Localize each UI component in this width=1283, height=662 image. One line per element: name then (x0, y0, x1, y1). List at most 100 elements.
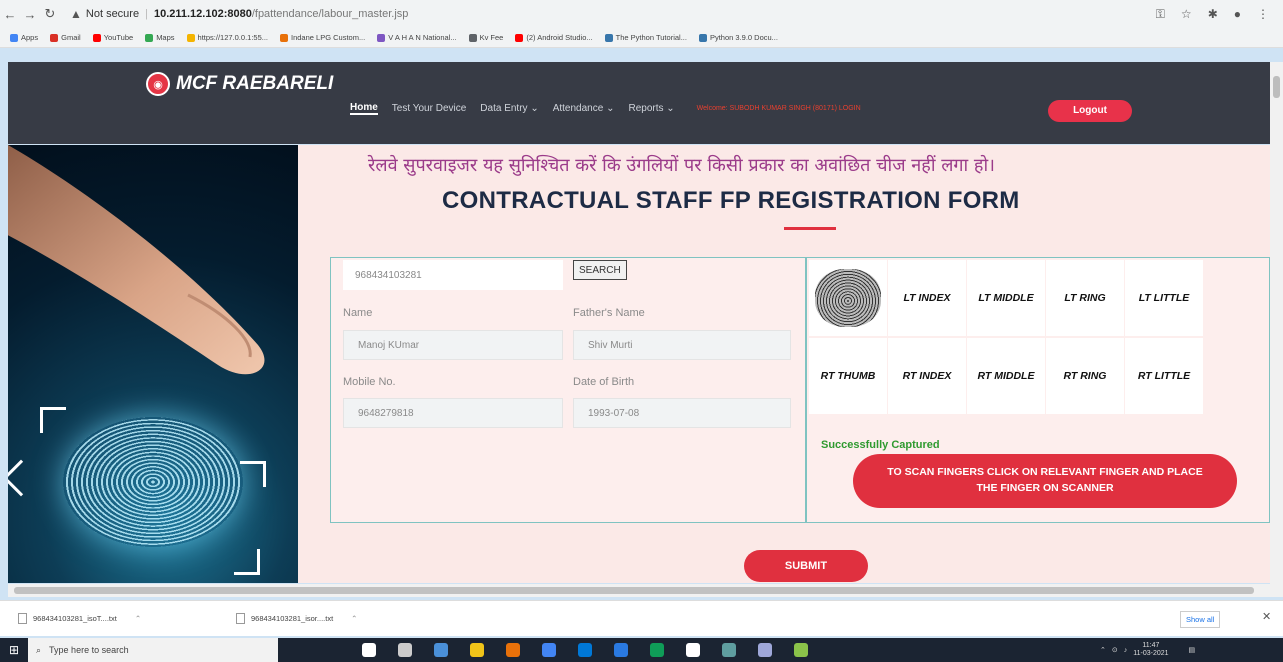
dob-field[interactable]: 1993-07-08 (573, 398, 791, 428)
more-icon[interactable]: ⋮ (1257, 7, 1269, 22)
mobile-label: Mobile No. (343, 376, 396, 388)
taskbar-app-icon[interactable] (758, 643, 772, 657)
key-icon[interactable]: ⚿ (1156, 7, 1165, 22)
horizontal-scrollbar[interactable] (8, 584, 1283, 597)
reload-icon[interactable]: ↻ (40, 6, 60, 22)
bookmark-item[interactable]: https://127.0.0.1:55... (186, 33, 268, 42)
taskbar-search[interactable]: ⌕ Type here to search (28, 638, 278, 662)
father-name-field[interactable]: Shiv Murti (573, 330, 791, 360)
profile-icon[interactable]: ● (1234, 7, 1241, 22)
download-item[interactable]: 968434103281_isoT....txt ⌃ (18, 613, 218, 624)
chevron-up-icon[interactable]: ⌃ (135, 614, 141, 623)
finger-cell[interactable]: RT MIDDLE (967, 338, 1045, 414)
vertical-scrollbar[interactable] (1270, 62, 1283, 584)
extensions-icon[interactable]: ✱ (1208, 7, 1218, 22)
search-button[interactable]: SEARCH (573, 260, 627, 280)
finger-cell[interactable]: LT LITTLE (1125, 260, 1203, 336)
show-all-button[interactable]: Show all (1180, 611, 1221, 628)
finger-cell[interactable]: RT INDEX (888, 338, 966, 414)
taskbar-app-icon[interactable] (434, 643, 448, 657)
taskbar-app-icon[interactable] (506, 643, 520, 657)
logout-button[interactable]: Logout (1048, 100, 1132, 122)
finger-image (8, 145, 265, 375)
lt-thumb-captured-print[interactable] (809, 260, 887, 336)
bookmark-label: Gmail (61, 33, 81, 42)
taskbar-search-placeholder: Type here to search (49, 645, 129, 655)
file-icon (236, 613, 245, 624)
forward-icon[interactable]: → (20, 7, 40, 22)
bookmark-item[interactable]: Indane LPG Custom... (280, 33, 365, 42)
finger-cell[interactable]: LT INDEX (888, 260, 966, 336)
bookmark-star-icon[interactable]: ☆ (1181, 7, 1192, 22)
nav-item[interactable]: Reports ⌄ (628, 103, 674, 114)
site-logo[interactable]: ◉ MCF RAEBARELI (146, 72, 333, 96)
bookmark-item[interactable]: Gmail (50, 33, 81, 42)
taskbar-app-icon[interactable] (542, 643, 556, 657)
logo-text: MCF RAEBARELI (176, 73, 334, 94)
horizontal-scroll-thumb[interactable] (14, 587, 1254, 594)
taskbar-clock[interactable]: 11:47 11-03-2021 (1133, 642, 1168, 657)
taskbar-app-icon[interactable] (470, 643, 484, 657)
close-icon[interactable]: ✕ (1262, 610, 1271, 623)
chevron-up-icon[interactable]: ⌃ (351, 614, 357, 623)
download-filename: 968434103281_isor....txt (251, 614, 334, 623)
nav-item[interactable]: Test Your Device (392, 103, 467, 114)
bookmark-label: The Python Tutorial... (615, 33, 687, 42)
bookmark-item[interactable]: YouTube (92, 33, 133, 42)
nav-item[interactable]: Home (350, 102, 378, 115)
finger-cell[interactable]: RT THUMB (809, 338, 887, 414)
capture-status: Successfully Captured (821, 439, 940, 451)
bookmark-item[interactable]: Python 3.9.0 Docu... (698, 33, 778, 42)
bookmark-item[interactable]: Kv Fee (468, 33, 503, 42)
taskbar-app-icon[interactable] (614, 643, 628, 657)
mobile-field[interactable]: 9648279818 (343, 398, 563, 428)
finger-cell[interactable]: RT LITTLE (1125, 338, 1203, 414)
vertical-scroll-thumb[interactable] (1273, 76, 1280, 98)
scan-corner-icon (40, 407, 66, 433)
taskbar-app-icon[interactable] (362, 643, 376, 657)
tray-chevron-icon[interactable]: ⌃ (1100, 646, 1106, 654)
scan-instruction-button[interactable]: TO SCAN FINGERS CLICK ON RELEVANT FINGER… (853, 454, 1237, 508)
bookmark-item[interactable]: The Python Tutorial... (604, 33, 687, 42)
download-item[interactable]: 968434103281_isor....txt ⌃ (236, 613, 436, 624)
finger-cell[interactable]: LT RING (1046, 260, 1124, 336)
back-icon[interactable]: ← (0, 7, 20, 22)
bookmark-label: V A H A N National... (388, 33, 457, 42)
taskbar-app-icon[interactable] (578, 643, 592, 657)
url-field[interactable]: ▲ Not secure | 10.211.12.102:8080 /fpatt… (70, 7, 1156, 21)
taskbar-app-icon[interactable] (794, 643, 808, 657)
clock-time: 11:47 (1142, 642, 1160, 650)
supervisor-notice: रेलवे सुपरवाइजर यह सुनिश्चित करें कि उंग… (368, 155, 995, 176)
file-icon (18, 613, 27, 624)
submit-button[interactable]: SUBMIT (744, 550, 868, 582)
bookmark-favicon-icon (468, 33, 477, 42)
bookmark-item[interactable]: Maps (145, 33, 175, 42)
windows-start-icon[interactable]: ⊞ (0, 638, 28, 662)
download-shelf: 968434103281_isoT....txt ⌃ 968434103281_… (0, 600, 1283, 636)
welcome-text: Welcome: SUBODH KUMAR SINGH (80171) LOGI… (696, 105, 861, 112)
nav-item[interactable]: Attendance ⌄ (553, 103, 615, 114)
url-host: 10.211.12.102:8080 (153, 8, 252, 20)
bookmark-item[interactable]: V A H A N National... (377, 33, 457, 42)
bookmark-item[interactable]: (2) Android Studio... (515, 33, 593, 42)
bookmark-label: Python 3.9.0 Docu... (709, 33, 778, 42)
dob-label: Date of Birth (573, 376, 635, 388)
taskbar-app-icon[interactable] (686, 643, 700, 657)
bookmark-favicon-icon (377, 33, 386, 42)
bookmark-favicon-icon (604, 33, 613, 42)
notification-icon[interactable]: ▤ (1189, 646, 1196, 654)
name-field[interactable]: Manoj KUmar (343, 330, 563, 360)
taskbar-app-icon[interactable] (650, 643, 664, 657)
aadhaar-search-input[interactable] (343, 260, 563, 290)
finger-cell[interactable]: RT RING (1046, 338, 1124, 414)
volume-icon[interactable]: ♪ (1124, 647, 1128, 654)
finger-cell[interactable]: LT MIDDLE (967, 260, 1045, 336)
warning-icon: ▲ (70, 7, 82, 21)
clock-date: 11-03-2021 (1133, 650, 1169, 657)
network-icon[interactable]: ⊙ (1112, 646, 1118, 654)
taskbar-app-icon[interactable] (398, 643, 412, 657)
bookmark-label: Maps (156, 33, 175, 42)
bookmark-item[interactable]: Apps (10, 33, 38, 42)
taskbar-app-icon[interactable] (722, 643, 736, 657)
nav-item[interactable]: Data Entry ⌄ (480, 103, 538, 114)
